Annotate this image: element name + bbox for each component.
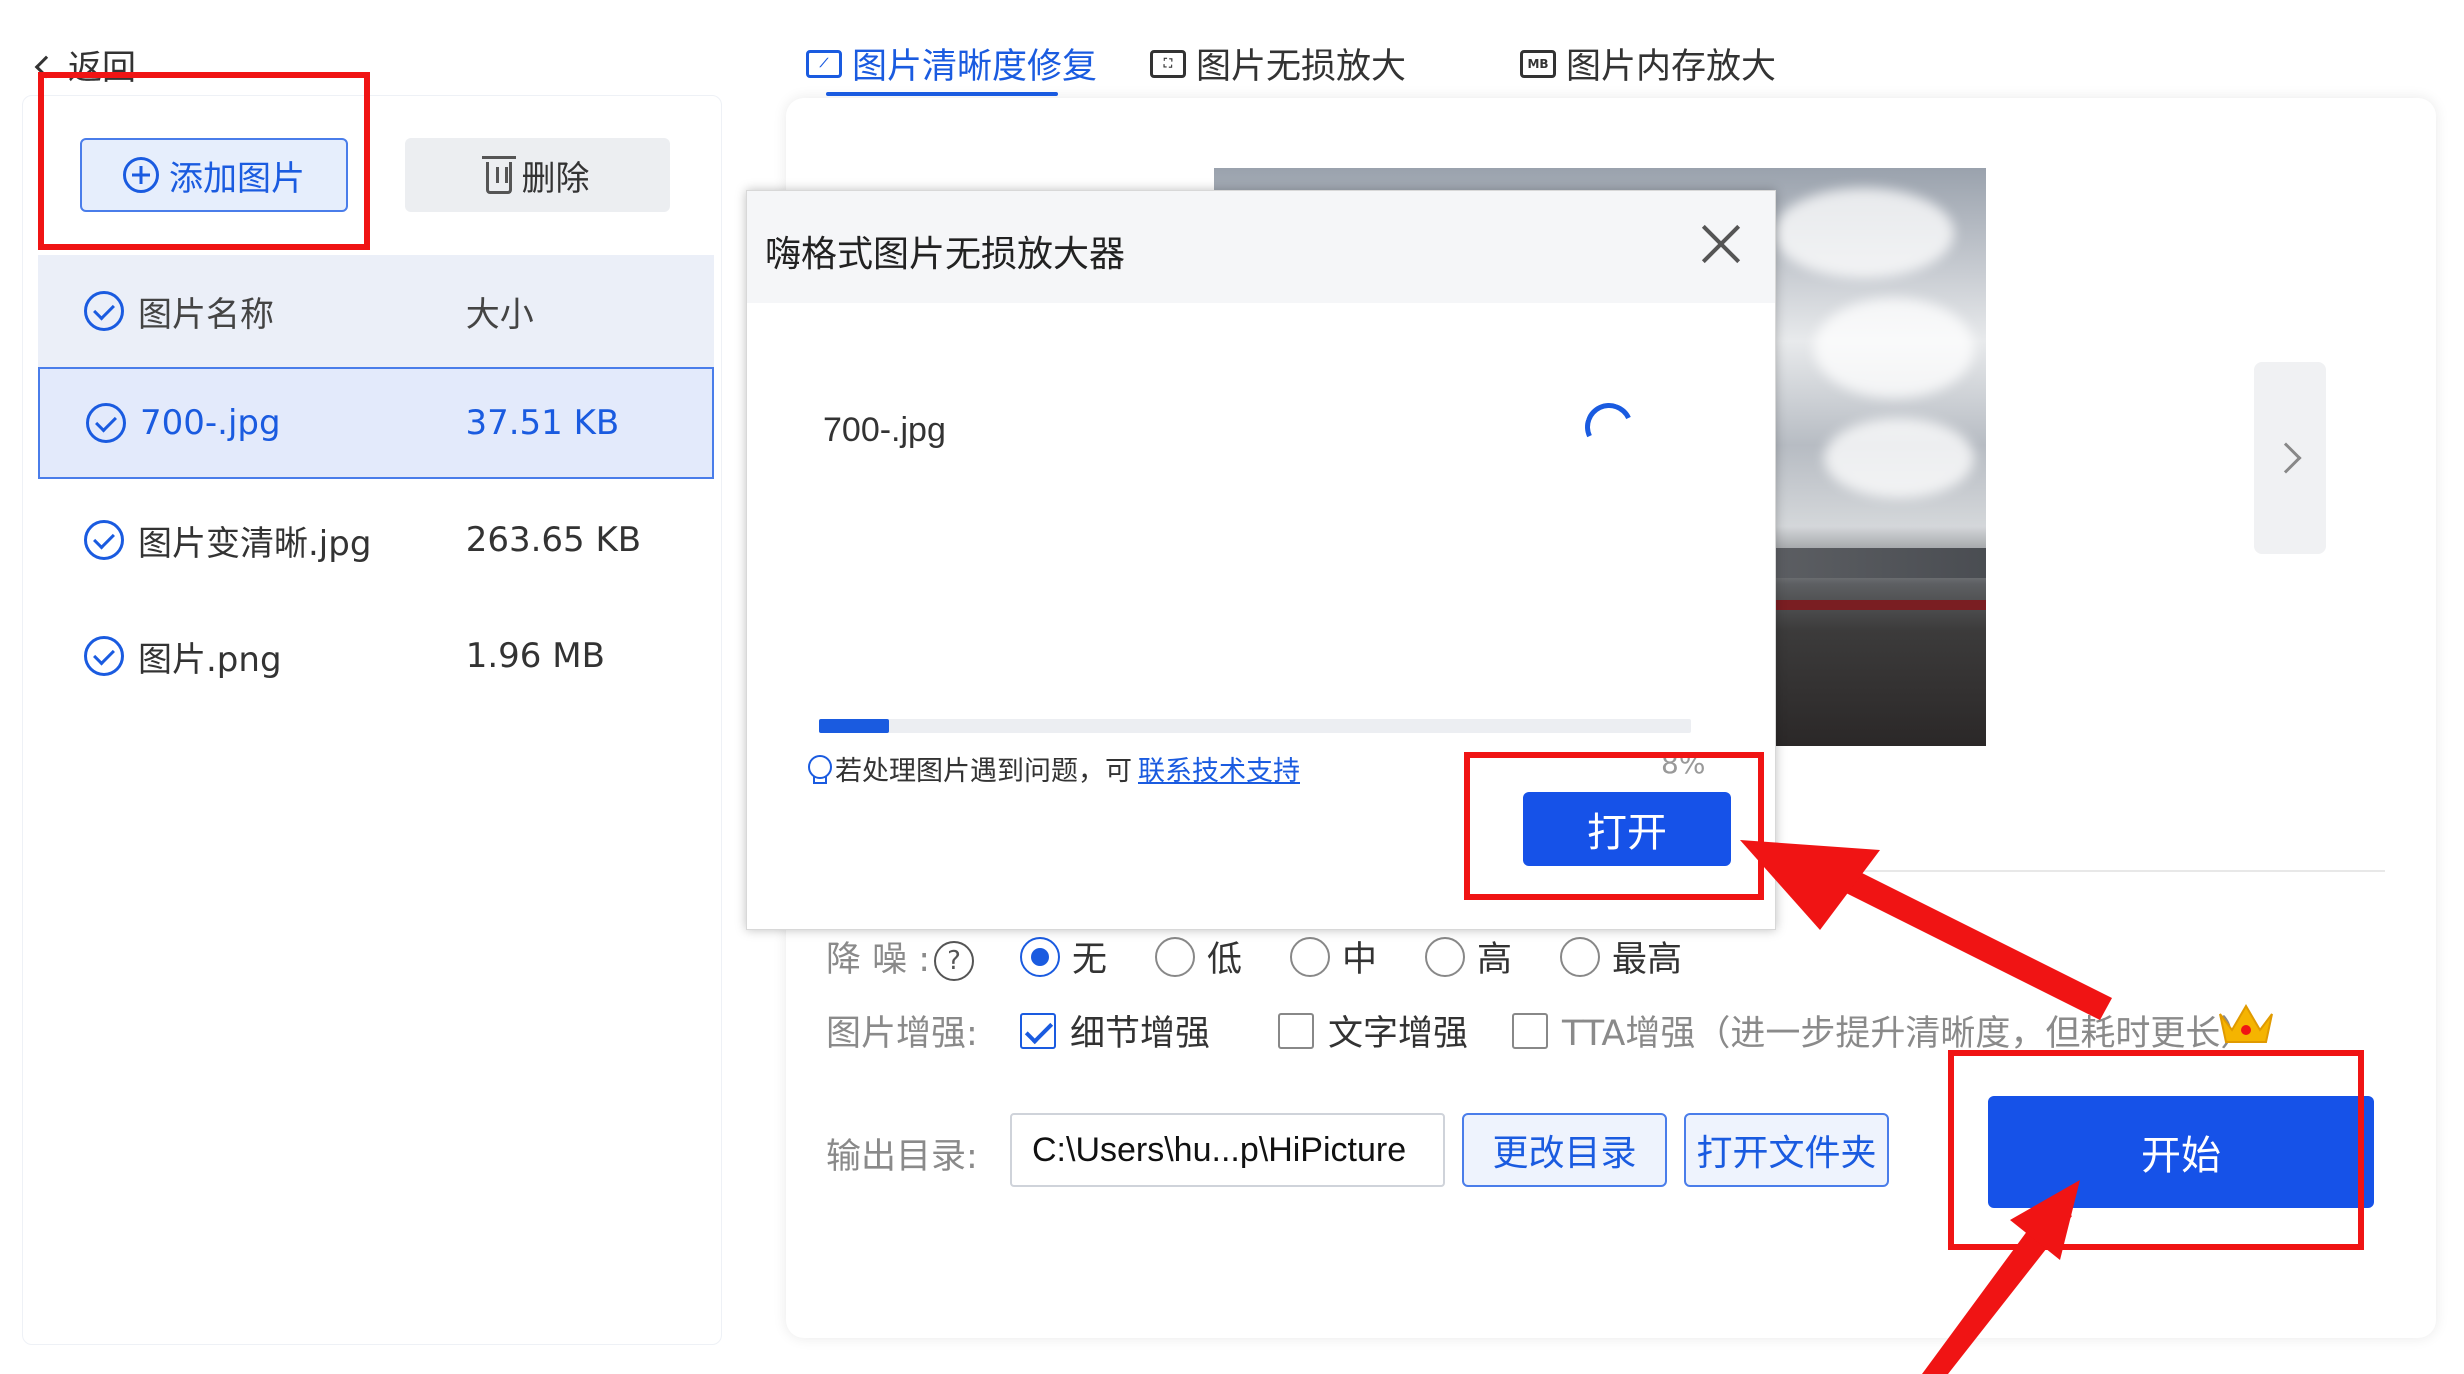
row-check-icon[interactable]: [86, 403, 126, 443]
checkbox-icon: [1278, 1012, 1314, 1049]
delete-button[interactable]: 删除: [405, 138, 670, 212]
contact-support-link[interactable]: 联系技术支持: [1138, 749, 1300, 788]
radio-icon: [1020, 936, 1060, 977]
column-header-name: 图片名称: [138, 294, 274, 335]
denoise-label: 降 噪 :?: [826, 931, 975, 982]
highlight-box: [1464, 752, 1764, 900]
tab-label: 图片无损放大: [1196, 47, 1407, 87]
lightbulb-icon: [807, 754, 832, 784]
progress-bar: [819, 719, 1691, 733]
detail-enhance-checkbox[interactable]: 细节增强: [1020, 1005, 1210, 1056]
denoise-option-low[interactable]: 低: [1155, 931, 1242, 982]
tab-lossless-enlarge[interactable]: ⛶ 图片无损放大: [1150, 38, 1406, 89]
highlight-box: [1948, 1050, 2364, 1250]
table-row[interactable]: 700-.jpg 37.51 KB: [38, 367, 714, 479]
trash-icon: [481, 156, 516, 194]
divider: [1755, 870, 2385, 872]
active-tab-indicator: [826, 92, 1058, 96]
tip-text: 若处理图片遇到问题，可: [835, 756, 1132, 787]
open-folder-button[interactable]: 打开文件夹: [1684, 1113, 1889, 1187]
select-all-check-icon[interactable]: [84, 291, 124, 331]
dialog-title: 嗨格式图片无损放大器: [765, 234, 1126, 275]
radio-icon: [1425, 936, 1465, 977]
output-path-field[interactable]: C:\Users\hu...p\HiPicture: [1010, 1113, 1445, 1187]
file-size-cell: 1.96 MB: [465, 636, 605, 676]
radio-icon: [1290, 936, 1330, 977]
file-size-cell: 263.65 KB: [465, 520, 642, 560]
denoise-option-none[interactable]: 无: [1020, 931, 1107, 982]
expand-icon: ⛶: [1150, 49, 1186, 78]
table-row[interactable]: 图片变清晰.jpg 263.65 KB: [38, 484, 714, 596]
file-table-header: 图片名称 大小: [38, 255, 714, 367]
image-repair-icon: ⟋: [806, 49, 842, 78]
support-tip: 若处理图片遇到问题，可 联系技术支持: [807, 749, 1300, 788]
radio-label: 最高: [1612, 940, 1683, 980]
tab-label: 图片清晰度修复: [852, 47, 1098, 87]
progress-fill: [819, 719, 889, 733]
column-header-size: 大小: [465, 294, 534, 335]
radio-label: 无: [1072, 940, 1108, 980]
mb-icon: MB: [1520, 49, 1556, 78]
checkbox-label: TTA增强（进一步提升清晰度，但耗时更长）: [1562, 1014, 2256, 1054]
checkbox-label: 细节增强: [1070, 1014, 1211, 1054]
radio-icon: [1560, 936, 1600, 977]
highlight-box: [38, 72, 370, 250]
close-icon[interactable]: [1697, 219, 1747, 269]
change-dir-button[interactable]: 更改目录: [1462, 1113, 1667, 1187]
row-check-icon[interactable]: [84, 636, 124, 676]
denoise-option-high[interactable]: 高: [1425, 931, 1512, 982]
output-dir-label: 输出目录:: [826, 1137, 978, 1177]
radio-label: 低: [1207, 940, 1243, 980]
tta-enhance-checkbox[interactable]: TTA增强（进一步提升清晰度，但耗时更长）: [1512, 1005, 2255, 1056]
radio-label: 高: [1477, 940, 1513, 980]
file-name-cell: 图片.png: [138, 639, 282, 680]
row-check-icon[interactable]: [84, 520, 124, 560]
chevron-right-icon: [2270, 442, 2302, 474]
table-row[interactable]: 图片.png 1.96 MB: [38, 600, 714, 712]
denoise-option-highest[interactable]: 最高: [1560, 931, 1682, 982]
text-enhance-checkbox[interactable]: 文字增强: [1278, 1005, 1468, 1056]
processing-file-name: 700-.jpg: [823, 411, 946, 449]
checkbox-icon: [1020, 1012, 1056, 1049]
radio-icon: [1155, 936, 1195, 977]
loading-spinner-icon: [1578, 396, 1640, 458]
crown-icon: [2219, 1004, 2273, 1043]
radio-label: 中: [1342, 940, 1378, 980]
checkbox-icon: [1512, 1012, 1548, 1049]
next-image-button[interactable]: [2254, 362, 2326, 554]
file-name-cell: 700-.jpg: [140, 403, 281, 443]
tab-label: 图片内存放大: [1566, 47, 1777, 87]
tab-memory-enlarge[interactable]: MB 图片内存放大: [1520, 38, 1776, 89]
file-name-cell: 图片变清晰.jpg: [138, 523, 372, 564]
delete-label: 删除: [521, 158, 590, 199]
help-icon[interactable]: ?: [934, 941, 975, 981]
enhance-label: 图片增强:: [826, 1014, 978, 1054]
tab-image-repair[interactable]: ⟋ 图片清晰度修复: [806, 38, 1097, 89]
denoise-option-medium[interactable]: 中: [1290, 931, 1377, 982]
checkbox-label: 文字增强: [1328, 1014, 1469, 1054]
file-size-cell: 37.51 KB: [465, 403, 620, 443]
